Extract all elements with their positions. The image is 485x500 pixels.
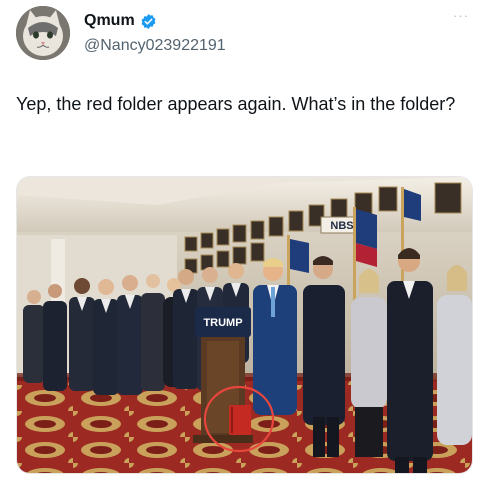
press-event-photo: NBS TRUMP: [17, 177, 472, 473]
verified-badge-icon: [140, 13, 157, 30]
author-handle[interactable]: @Nancy023922191: [84, 37, 226, 55]
podium-sign-text: TRUMP: [203, 317, 242, 329]
author-display-name[interactable]: Qmum: [84, 12, 135, 30]
author-name-row: Qmum: [84, 12, 157, 30]
tweet-text: Yep, the red folder appears again. What’…: [16, 94, 456, 114]
cat-avatar-icon[interactable]: [16, 6, 70, 60]
tweet-media-photo[interactable]: NBS TRUMP: [16, 176, 473, 474]
tweet-header: Qmum @Nancy023922191 ···: [16, 6, 469, 62]
more-options-icon[interactable]: ···: [453, 8, 469, 23]
backdrop-sign-text: NBS: [330, 220, 353, 232]
